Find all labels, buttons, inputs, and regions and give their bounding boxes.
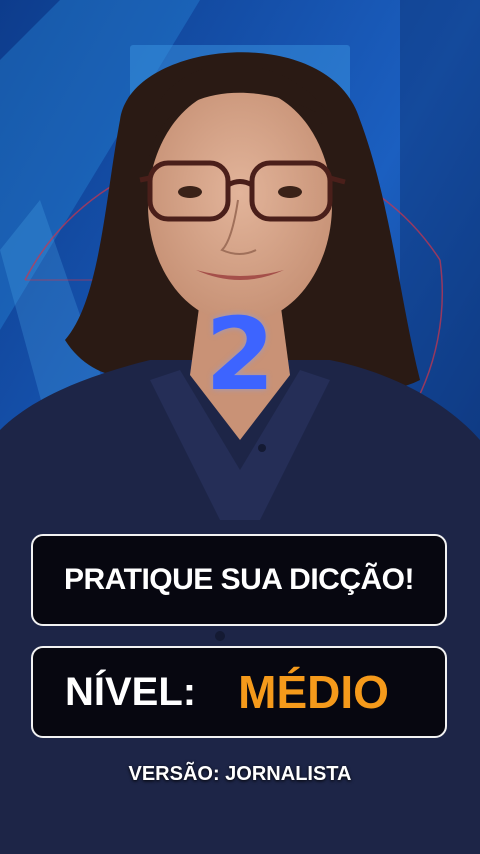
title-text: PRATIQUE SUA DICÇÃO! xyxy=(64,563,415,596)
level-banner: NÍVEL: MÉDIO xyxy=(31,646,447,738)
level-label: NÍVEL: xyxy=(65,669,197,714)
title-banner: PRATIQUE SUA DICÇÃO! xyxy=(31,534,447,626)
countdown-number: 2 xyxy=(205,296,275,413)
face xyxy=(148,87,332,323)
level-value: MÉDIO xyxy=(238,666,389,718)
version-caption: VERSÃO: JORNALISTA xyxy=(128,763,352,785)
